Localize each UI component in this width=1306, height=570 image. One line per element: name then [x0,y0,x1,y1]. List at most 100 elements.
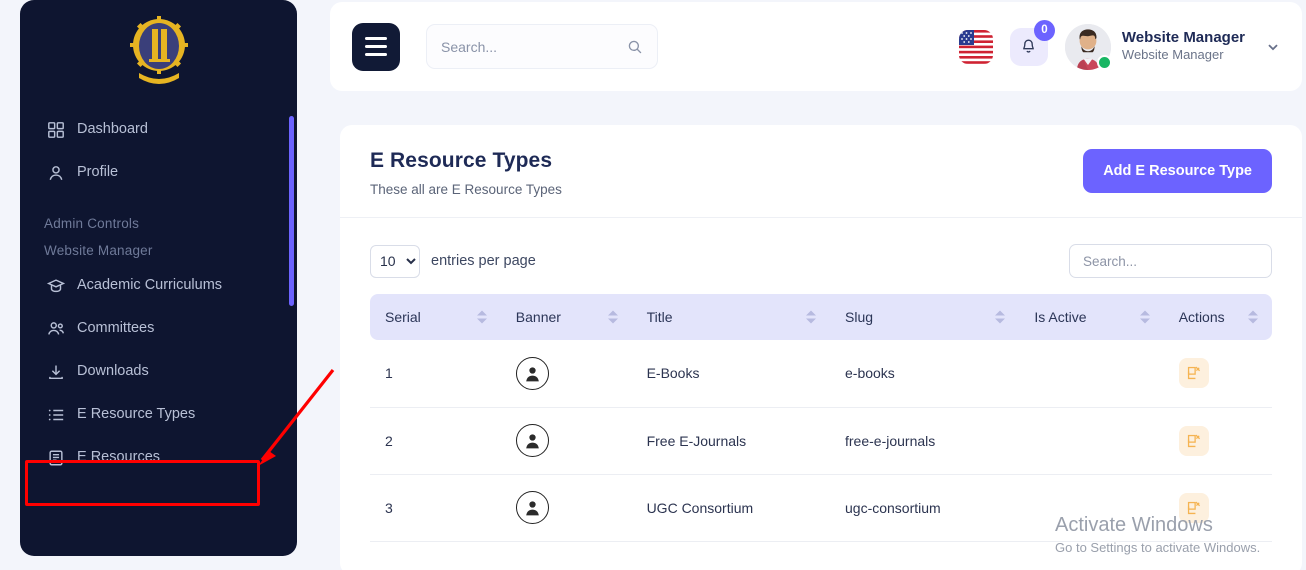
search-input[interactable] [441,39,627,55]
online-status-dot [1097,55,1112,70]
table-wrapper: Serial Banner Title [340,294,1302,542]
hamburger-icon[interactable] [352,23,400,71]
sidebar-item-label: Profile [77,165,118,180]
cell-slug: free-e-journals [830,407,1019,474]
sort-toggle-icon[interactable] [1248,311,1258,324]
svg-text:GIET: GIET [152,63,166,69]
sidebar-section-website-manager: Website Manager [20,243,297,258]
search-icon [627,39,643,55]
cell-slug: ugc-consortium [830,474,1019,541]
topbar-right: 0 [959,24,1280,70]
global-search[interactable] [426,24,658,69]
page-title: E Resource Types [370,149,562,173]
sort-toggle-icon[interactable] [995,311,1005,324]
cell-serial: 3 [370,474,501,541]
user-role: Website Manager [1122,47,1245,64]
column-header-actions[interactable]: Actions [1164,294,1272,340]
grid-icon [46,120,65,139]
sidebar-item-label: Downloads [77,364,149,379]
column-label: Serial [385,309,421,325]
sidebar-section-admin-controls: Admin Controls [20,216,297,231]
placeholder-avatar-icon [516,357,549,390]
column-header-banner[interactable]: Banner [501,294,632,340]
sidebar-item-profile[interactable]: Profile [20,151,297,194]
table-header-row: Serial Banner Title [370,294,1272,340]
cell-banner [501,407,632,474]
sidebar-item-academic-curriculums[interactable]: Academic Curriculums [20,264,297,307]
entries-per-page-select[interactable]: 10 25 50 100 [370,245,420,278]
column-label: Title [647,309,673,325]
column-header-is-active[interactable]: Is Active [1019,294,1163,340]
column-header-slug[interactable]: Slug [830,294,1019,340]
user-icon [46,163,65,182]
sidebar-item-label: Committees [77,321,154,336]
cell-actions [1164,340,1272,407]
sidebar-item-e-resource-types[interactable]: E Resource Types [20,393,297,436]
table-body: 1 E-Books e-books [370,340,1272,541]
column-label: Slug [845,309,873,325]
page-subtitle: These all are E Resource Types [370,182,562,197]
edit-pencil-icon [1186,433,1202,449]
table-controls: 10 25 50 100 entries per page [340,218,1302,294]
sidebar-logo[interactable]: GIET [20,0,297,108]
watermark-title: Activate Windows [1055,512,1305,539]
cell-title: Free E-Journals [632,407,830,474]
cell-title: UGC Consortium [632,474,830,541]
sidebar-item-downloads[interactable]: Downloads [20,350,297,393]
column-label: Is Active [1034,309,1086,325]
graduation-cap-icon [46,276,65,295]
main-area: 0 [330,0,1306,570]
placeholder-avatar-icon [516,491,549,524]
cell-is-active [1019,340,1163,407]
avatar[interactable] [1065,24,1111,70]
user-menu[interactable]: Website Manager Website Manager [1065,24,1280,70]
add-e-resource-type-button[interactable]: Add E Resource Type [1083,149,1272,193]
sort-toggle-icon[interactable] [1140,311,1150,324]
chevron-down-icon[interactable] [1266,40,1280,54]
table-row: 1 E-Books e-books [370,340,1272,407]
sort-toggle-icon[interactable] [608,311,618,324]
download-icon [46,362,65,381]
notification-badge: 0 [1034,20,1055,41]
entries-per-page-label: entries per page [431,253,536,269]
sidebar-item-label: Dashboard [77,122,148,137]
cell-slug: e-books [830,340,1019,407]
notifications[interactable]: 0 [1010,28,1048,66]
page-heading-block: E Resource Types These all are E Resourc… [370,149,562,197]
cell-serial: 2 [370,407,501,474]
content-card: E Resource Types These all are E Resourc… [340,125,1302,570]
table-row: 2 Free E-Journals free-e-journals [370,407,1272,474]
edit-pencil-icon [1186,365,1202,381]
user-name: Website Manager [1122,29,1245,48]
table-head: Serial Banner Title [370,294,1272,340]
cell-banner [501,474,632,541]
table-search-input[interactable] [1069,244,1272,278]
cell-actions [1164,407,1272,474]
column-label: Banner [516,309,561,325]
sidebar-item-committees[interactable]: Committees [20,307,297,350]
list-icon [46,405,65,424]
placeholder-avatar-icon [516,424,549,457]
institution-crest-logo-icon: GIET [127,15,191,93]
e-resource-types-table: Serial Banner Title [370,294,1272,542]
app-root: GIET Dashboard Profile Admin Controls We… [0,0,1306,570]
sort-toggle-icon[interactable] [806,311,816,324]
user-text: Website Manager Website Manager [1122,29,1245,65]
cell-serial: 1 [370,340,501,407]
us-flag-icon[interactable] [959,30,993,64]
edit-button[interactable] [1179,358,1209,388]
column-header-serial[interactable]: Serial [370,294,501,340]
watermark-subtitle: Go to Settings to activate Windows. [1055,539,1305,557]
cell-title: E-Books [632,340,830,407]
column-header-title[interactable]: Title [632,294,830,340]
windows-activation-watermark: Activate Windows Go to Settings to activ… [1055,512,1305,557]
annotation-highlight-rect [25,460,260,506]
edit-button[interactable] [1179,426,1209,456]
topbar: 0 [330,2,1302,91]
cell-is-active [1019,407,1163,474]
sidebar-item-dashboard[interactable]: Dashboard [20,108,297,151]
cell-banner [501,340,632,407]
card-header: E Resource Types These all are E Resourc… [340,125,1302,218]
column-label: Actions [1179,309,1225,325]
sort-toggle-icon[interactable] [477,311,487,324]
